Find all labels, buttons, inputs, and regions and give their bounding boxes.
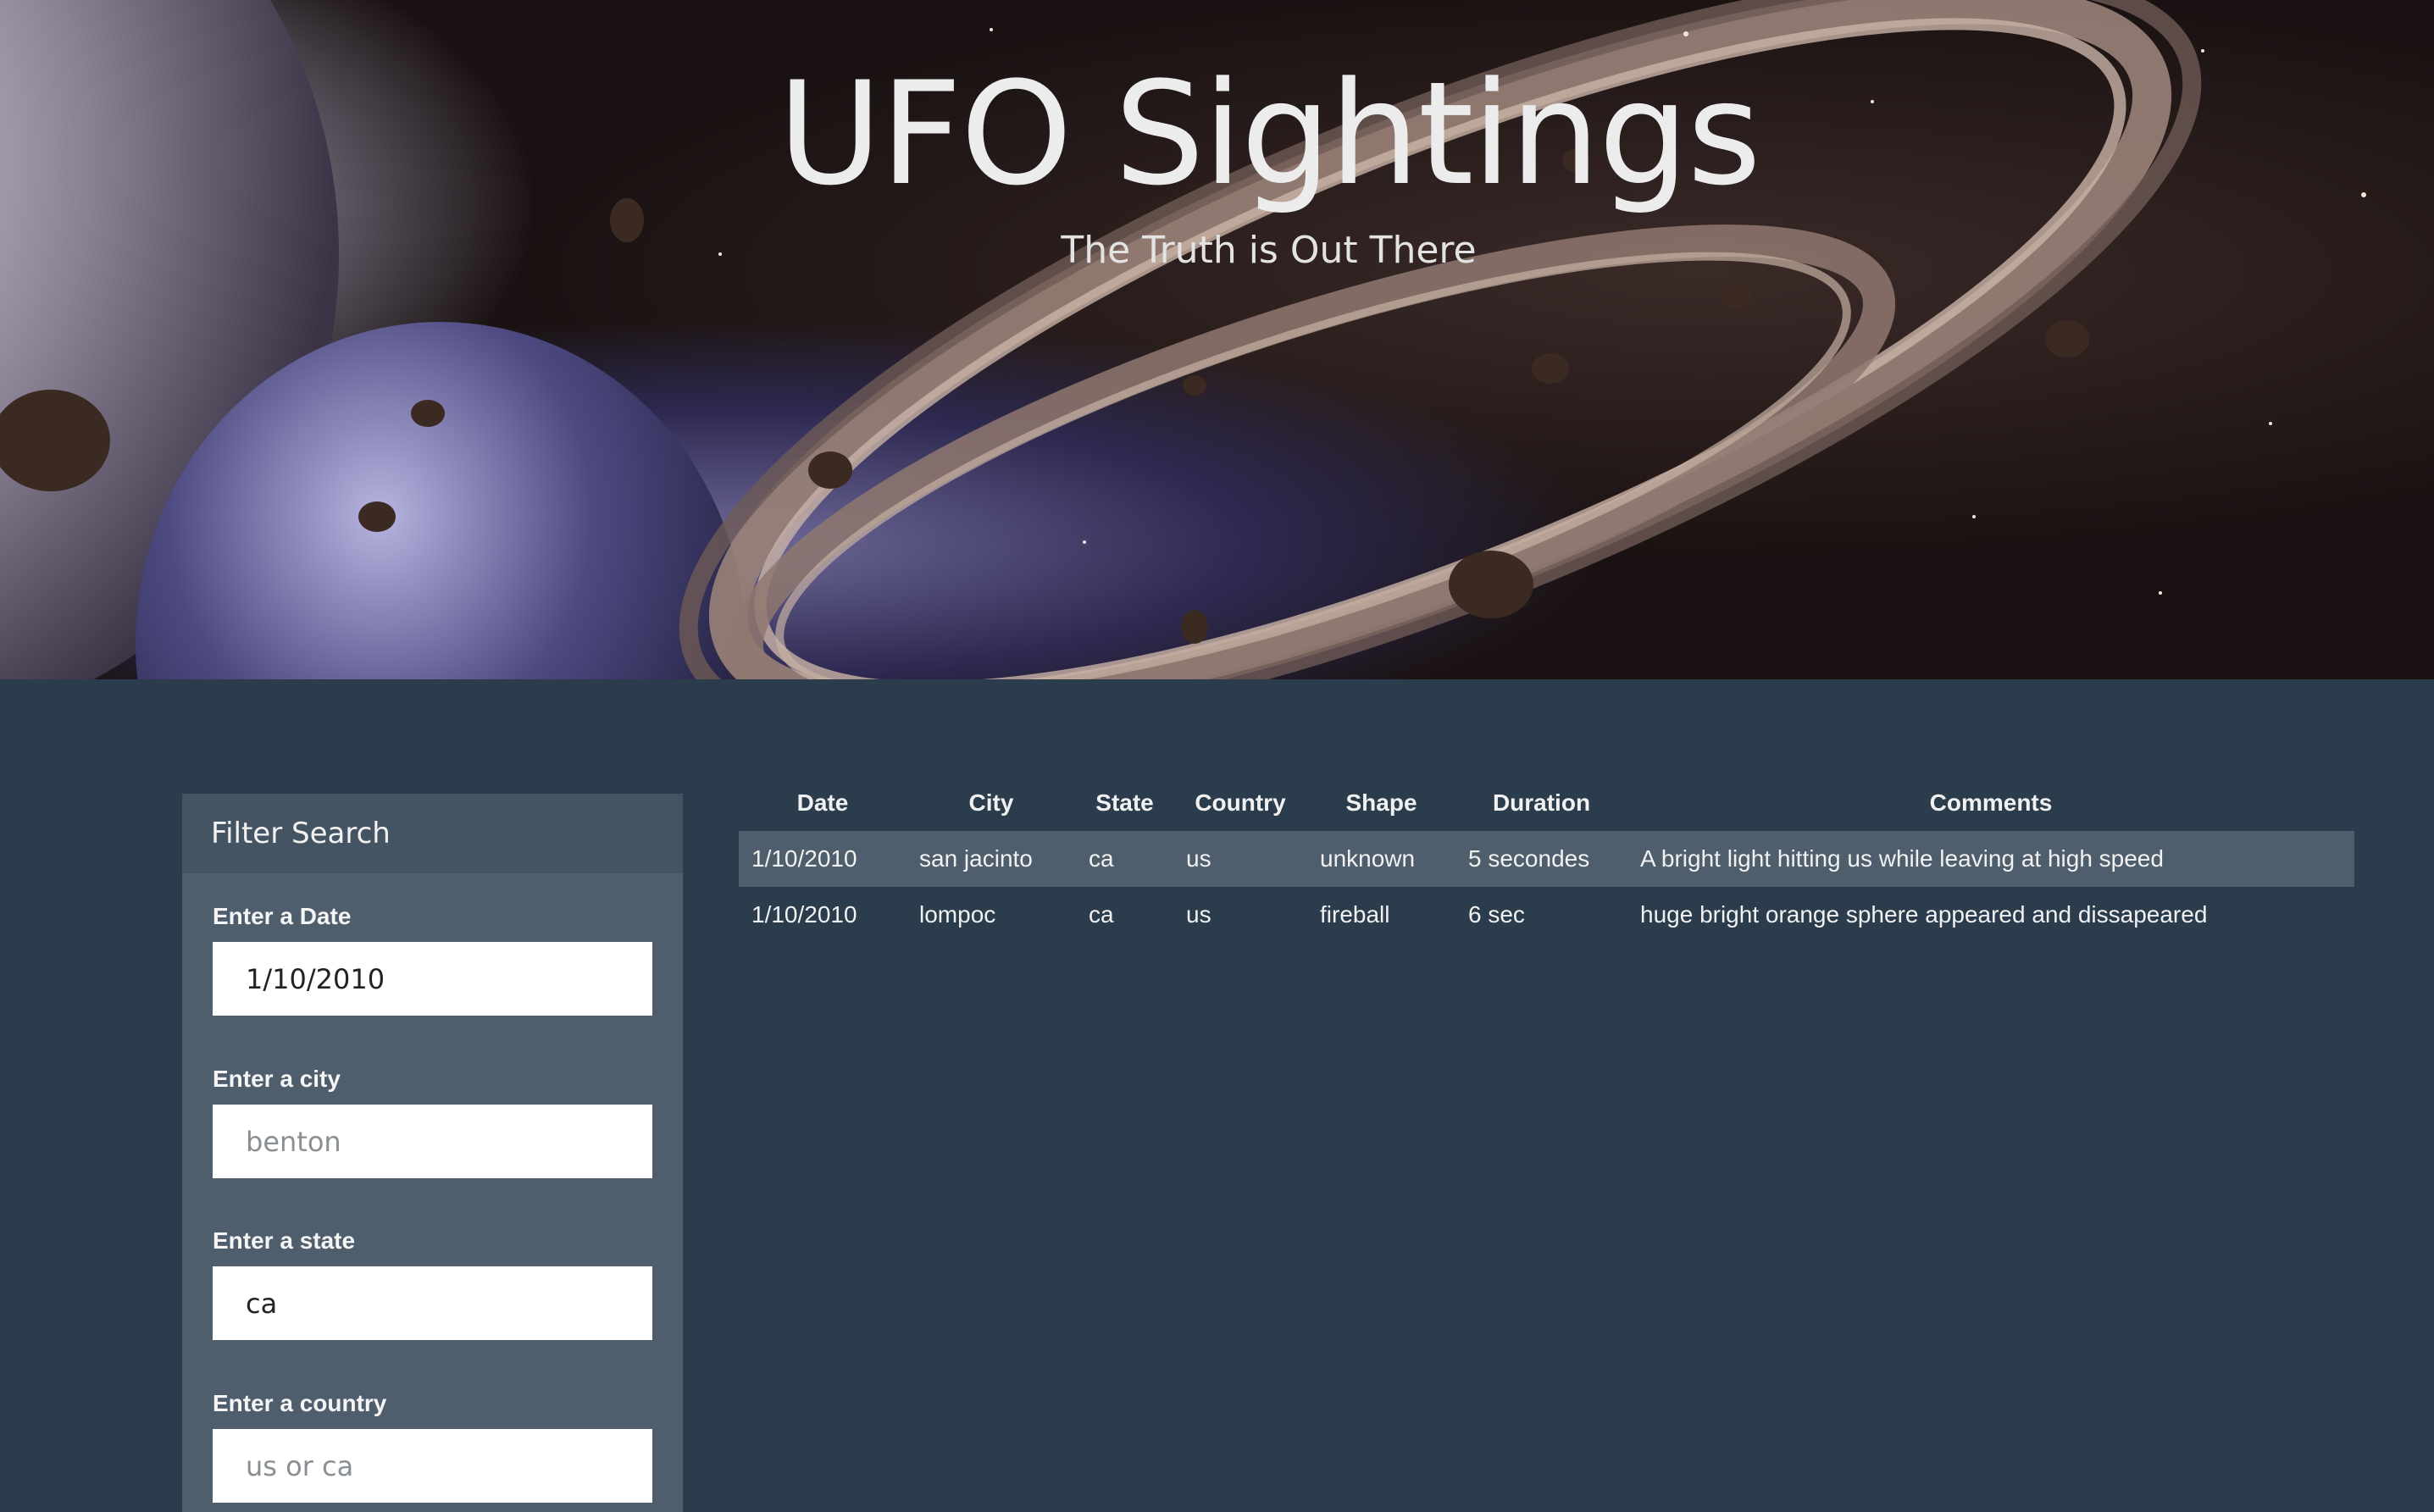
- column-header-comments: Comments: [1929, 789, 2053, 816]
- country-input[interactable]: [213, 1429, 652, 1503]
- cell-country: us: [1186, 901, 1211, 928]
- table-header-row: Date City State Country Shape Duration C…: [739, 775, 2354, 831]
- filter-search-panel: Filter Search Enter a Date Enter a city …: [182, 794, 683, 1512]
- city-input[interactable]: [213, 1105, 652, 1178]
- column-header-state: State: [1095, 789, 1154, 816]
- column-header-duration: Duration: [1492, 789, 1591, 816]
- column-header-city: City: [968, 789, 1014, 816]
- date-input[interactable]: [213, 942, 652, 1016]
- column-header-date: Date: [796, 789, 849, 816]
- column-header-shape: Shape: [1345, 789, 1417, 816]
- cell-duration: 6 sec: [1468, 901, 1525, 928]
- page-subtitle: The Truth is Out There: [1061, 229, 1477, 272]
- cell-shape: unknown: [1307, 831, 1455, 887]
- filter-search-heading: Filter Search: [182, 794, 683, 873]
- cell-shape: fireball: [1320, 901, 1390, 928]
- table-row: 1/10/2010 lompoc ca us fireball 6 sec hu…: [739, 887, 2354, 943]
- cell-date: 1/10/2010: [739, 831, 907, 887]
- state-input[interactable]: [213, 1266, 652, 1340]
- cell-city: lompoc: [919, 901, 996, 928]
- cell-duration: 5 secondes: [1455, 831, 1627, 887]
- page-title: UFO Sightings: [778, 51, 1761, 217]
- country-field-label: Enter a country: [213, 1390, 387, 1416]
- hero-banner: UFO Sightings The Truth is Out There: [0, 0, 2434, 679]
- cell-state: ca: [1076, 831, 1173, 887]
- cell-city: san jacinto: [907, 831, 1076, 887]
- table-row: 1/10/2010 san jacinto ca us unknown 5 se…: [739, 831, 2354, 887]
- city-field-label: Enter a city: [213, 1066, 341, 1092]
- cell-comments: huge bright orange sphere appeared and d…: [1640, 901, 2208, 928]
- column-header-country: Country: [1195, 789, 1286, 816]
- cell-country: us: [1173, 831, 1307, 887]
- date-field-label: Enter a Date: [213, 903, 352, 929]
- ufo-sightings-table: Date City State Country Shape Duration C…: [739, 775, 2354, 943]
- state-field-label: Enter a state: [213, 1227, 356, 1254]
- cell-date: 1/10/2010: [751, 901, 857, 928]
- cell-comments: A bright light hitting us while leaving …: [1627, 831, 2354, 887]
- cell-state: ca: [1089, 901, 1114, 928]
